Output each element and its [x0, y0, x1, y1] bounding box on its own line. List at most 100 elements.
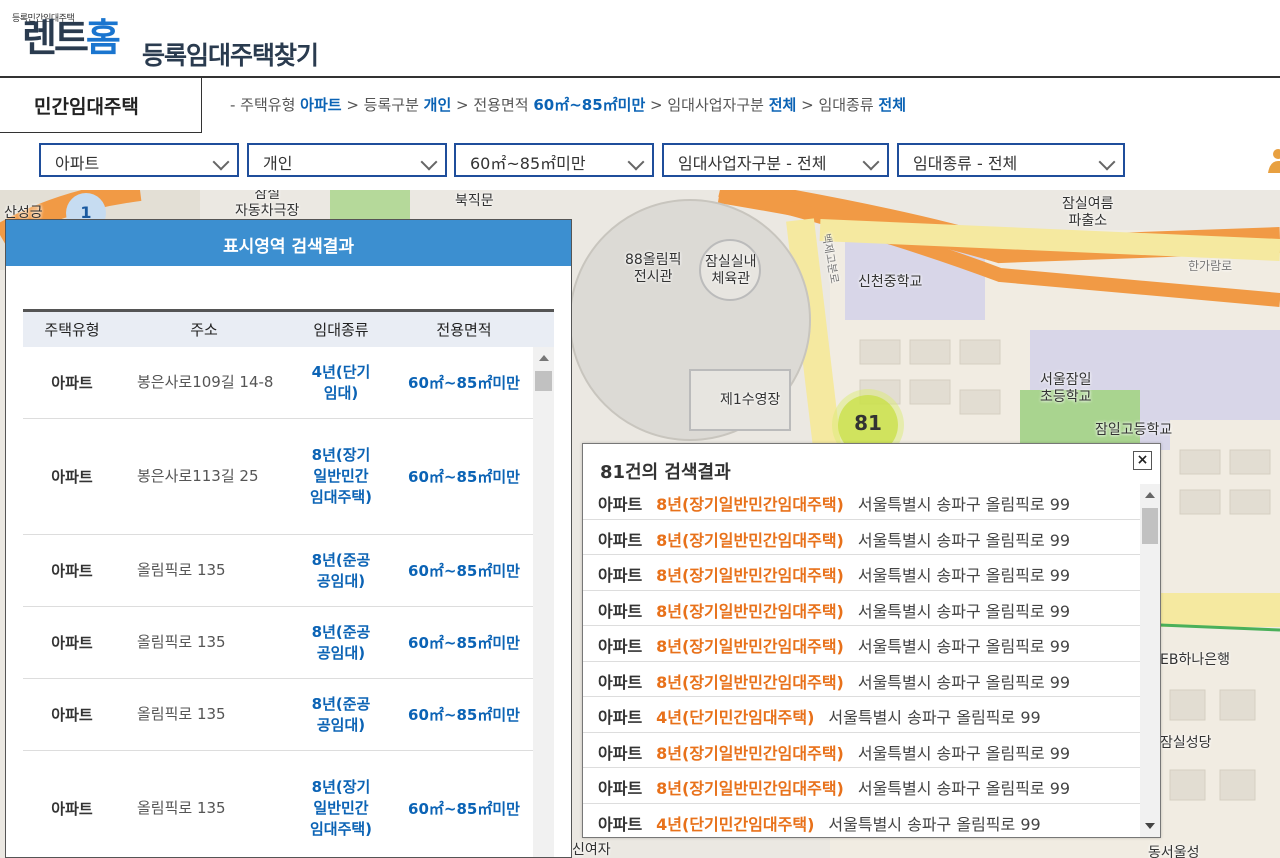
item-rental-kind: 4년(단기민간임대주택) — [656, 708, 815, 727]
area-select[interactable]: 60㎡~85㎡미만 — [454, 143, 654, 177]
breadcrumb: - 주택유형 아파트 > 등록구분 개인 > 전용면적 60㎡~85㎡미만 > … — [230, 94, 906, 115]
table-row[interactable]: 아파트 봉은사로113길 25 8년(장기일반민간임대주택) 60㎡~85㎡미만 — [23, 419, 554, 535]
crumb-value: 전체 — [878, 96, 907, 114]
cell-area: 60㎡~85㎡미만 — [408, 468, 520, 486]
panel-title: 표시영역 검색결과 — [6, 220, 571, 266]
cell-address: 봉은사로109길 14-8 — [137, 373, 274, 391]
list-item[interactable]: 아파트 8년(장기일반민간임대주택) 서울특별시 송파구 올림픽로 99 — [583, 555, 1142, 591]
map-label-drive-in: 잠실 자동차극장 — [235, 190, 300, 219]
map-label-police: 잠실여름 파출소 — [1062, 196, 1114, 229]
site-logo[interactable]: 렌트홈 — [22, 16, 121, 60]
item-address: 서울특별시 송파구 올림픽로 99 — [857, 601, 1071, 621]
item-rental-kind: 8년(장기일반민간임대주택) — [656, 779, 844, 798]
table-header: 주택유형 주소 임대종류 전용면적 — [23, 309, 554, 347]
list-item[interactable]: 아파트 8년(장기일반민간임대주택) 서울특별시 송파구 올림픽로 99 — [583, 626, 1142, 662]
nav-bar: 민간임대주택 - 주택유형 아파트 > 등록구분 개인 > 전용면적 60㎡~8… — [0, 76, 1280, 133]
visible-area-results-panel: 표시영역 검색결과 주택유형 주소 임대종류 전용면적 아파트 봉은사로109길… — [5, 219, 572, 858]
registration-select[interactable]: 개인 — [247, 143, 447, 177]
crumb-label: > 등록구분 — [341, 96, 424, 114]
item-type: 아파트 — [598, 708, 643, 727]
business-type-select[interactable]: 임대사업자구분 - 전체 — [662, 143, 889, 177]
house-type-select[interactable]: 아파트 — [39, 143, 239, 177]
scrollbar-thumb[interactable] — [535, 371, 552, 391]
item-address: 서울특별시 송파구 올림픽로 99 — [857, 743, 1071, 763]
cell-area: 60㎡~85㎡미만 — [408, 800, 520, 818]
popup-title: 81건의 검색결과 — [600, 462, 731, 483]
item-address: 서울특별시 송파구 올림픽로 99 — [857, 779, 1071, 798]
cell-rental: 8년(준공공임대) — [311, 550, 371, 590]
table-row[interactable]: 아파트 봉은사로109길 14-8 4년(단기임대) 60㎡~85㎡미만 — [23, 347, 554, 419]
chevron-down-icon — [212, 153, 230, 171]
cluster-results-popup: 81건의 검색결과 × 아파트 8년(장기일반민간임대주택) 서울특별시 송파구 올… — [582, 443, 1161, 838]
chevron-down-icon — [862, 153, 880, 171]
column-header: 임대종류 — [313, 321, 369, 339]
map-label-gym: 잠실실내 체육관 — [705, 254, 757, 287]
item-type: 아파트 — [598, 779, 643, 798]
cell-area: 60㎡~85㎡미만 — [408, 634, 520, 652]
crumb-value: 전체 — [768, 96, 797, 114]
item-type: 아파트 — [598, 743, 643, 763]
map-label-exhibition: 88올림픽 전시관 — [625, 252, 682, 285]
cell-address: 봉은사로113길 25 — [137, 467, 259, 485]
person-icon[interactable] — [1266, 143, 1280, 177]
crumb-label: > 전용면적 — [451, 96, 534, 114]
table-scrollbar[interactable] — [533, 347, 554, 857]
map-label-high-school: 잠일고등학교 — [1095, 422, 1173, 438]
list-item[interactable]: 아파트 8년(장기일반민간임대주택) 서울특별시 송파구 올림픽로 99 — [583, 662, 1142, 697]
list-item[interactable]: 아파트 4년(단기민간임대주택) 서울특별시 송파구 올림픽로 99 — [583, 697, 1142, 733]
cell-rental: 4년(단기임대) — [311, 362, 371, 402]
table-row[interactable]: 아파트 올림픽로 135 8년(준공공임대) 60㎡~85㎡미만 — [23, 679, 554, 751]
popup-scrollbar[interactable] — [1140, 484, 1160, 837]
crumb-value: 개인 — [423, 96, 452, 114]
item-type: 아파트 — [598, 530, 643, 550]
map-label-east-seoul: 동서울성 — [1148, 845, 1200, 858]
crumb-value: 아파트 — [300, 96, 342, 114]
cell-area: 60㎡~85㎡미만 — [408, 706, 520, 724]
rental-type-select[interactable]: 임대종류 - 전체 — [897, 143, 1125, 177]
item-rental-kind: 8년(장기일반민간임대주택) — [656, 495, 844, 514]
table-row[interactable]: 아파트 올림픽로 135 8년(장기일반민간임대주택) 60㎡~85㎡미만 — [23, 751, 554, 857]
crumb-value: 60㎡~85㎡미만 — [533, 96, 646, 114]
house-type-value: 아파트 — [55, 154, 100, 173]
column-header: 주택유형 — [44, 321, 100, 339]
map-label-pool: 제1수영장 — [720, 392, 781, 408]
list-item[interactable]: 아파트 8년(장기일반민간임대주택) 서울특별시 송파구 올림픽로 99 — [583, 768, 1142, 804]
table-row[interactable]: 아파트 올림픽로 135 8년(준공공임대) 60㎡~85㎡미만 — [23, 535, 554, 607]
scrollbar-thumb[interactable] — [1142, 508, 1158, 544]
item-address: 서울특별시 송파구 올림픽로 99 — [857, 495, 1071, 514]
chevron-down-icon — [1098, 153, 1116, 171]
item-rental-kind: 8년(장기일반민간임대주택) — [656, 566, 844, 585]
list-item[interactable]: 아파트 4년(단기민간임대주택) 서울특별시 송파구 올림픽로 99 — [583, 804, 1142, 838]
list-item[interactable]: 아파트 8년(장기일반민간임대주택) 서울특별시 송파구 올림픽로 99 — [583, 484, 1142, 520]
scroll-down-icon[interactable] — [1145, 823, 1155, 829]
list-item[interactable]: 아파트 8년(장기일반민간임대주택) 서울특별시 송파구 올림픽로 99 — [583, 520, 1142, 555]
map-label-bank: EB하나은행 — [1160, 652, 1230, 668]
results-table: 주택유형 주소 임대종류 전용면적 아파트 봉은사로109길 14-8 4년(단… — [23, 309, 554, 857]
map-label-elementary: 서울잠일 초등학교 — [1040, 372, 1092, 405]
item-type: 아파트 — [598, 495, 643, 514]
map-label-gate: 북직문 — [455, 193, 494, 209]
item-address: 서울특별시 송파구 올림픽로 99 — [857, 530, 1071, 550]
item-address: 서울특별시 송파구 올림픽로 99 — [857, 637, 1071, 656]
crumb-label: - 주택유형 — [230, 96, 301, 114]
scroll-up-icon[interactable] — [1145, 492, 1155, 498]
item-type: 아파트 — [598, 814, 643, 834]
table-row[interactable]: 아파트 올림픽로 135 8년(준공공임대) 60㎡~85㎡미만 — [23, 607, 554, 679]
list-item[interactable]: 아파트 8년(장기일반민간임대주택) 서울특별시 송파구 올림픽로 99 — [583, 733, 1142, 768]
list-item[interactable]: 아파트 8년(장기일반민간임대주택) 서울특별시 송파구 올림픽로 99 — [583, 591, 1142, 626]
item-address: 서울특별시 송파구 올림픽로 99 — [828, 814, 1041, 834]
logo-rent-text: 렌트 — [22, 16, 89, 60]
table-body[interactable]: 아파트 봉은사로109길 14-8 4년(단기임대) 60㎡~85㎡미만 아파트… — [23, 347, 554, 857]
cell-address: 올림픽로 135 — [137, 561, 226, 579]
popup-result-list[interactable]: 아파트 8년(장기일반민간임대주택) 서울특별시 송파구 올림픽로 99 아파트 8년… — [583, 484, 1142, 838]
cell-rental: 8년(장기일반민간임대주택) — [309, 778, 373, 838]
map-label-middle-school: 신천중학교 — [858, 274, 923, 290]
crumb-label: > 임대사업자구분 — [645, 96, 769, 114]
cell-type: 아파트 — [51, 634, 93, 652]
logo-home-text: 홈 — [85, 16, 121, 60]
registration-value: 개인 — [263, 154, 293, 173]
scroll-up-icon[interactable] — [539, 355, 549, 361]
chevron-down-icon — [420, 153, 438, 171]
close-button[interactable]: × — [1133, 451, 1152, 470]
item-type: 아파트 — [598, 601, 643, 621]
